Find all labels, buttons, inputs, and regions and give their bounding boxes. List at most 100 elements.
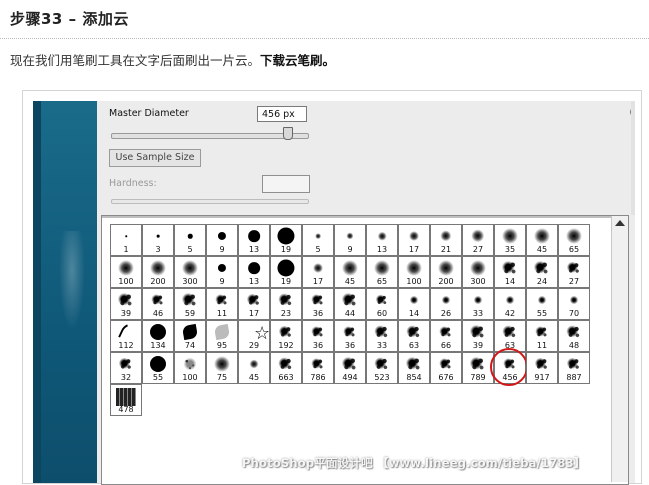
brush-size-label: 5 <box>187 245 193 254</box>
brush-preset-14[interactable]: 14 <box>494 256 526 288</box>
brush-preset-39[interactable]: 39 <box>110 288 142 320</box>
brush-preset-5[interactable]: 5 <box>302 224 334 256</box>
scroll-up-arrow-icon[interactable] <box>615 220 625 226</box>
brush-preset-24[interactable]: 24 <box>526 256 558 288</box>
brush-tip-icon <box>310 325 326 339</box>
brush-preset-300[interactable]: 300 <box>174 256 206 288</box>
brush-preset-887[interactable]: 887 <box>558 352 590 384</box>
brush-preset-523[interactable]: 523 <box>366 352 398 384</box>
brush-preset-32[interactable]: 32 <box>110 352 142 384</box>
brush-preset-134[interactable]: 134 <box>142 320 174 352</box>
brush-preset-33[interactable]: 33 <box>366 320 398 352</box>
brush-preset-9[interactable]: 9 <box>334 224 366 256</box>
brush-tip-icon <box>438 325 454 339</box>
brush-preset-9[interactable]: 9 <box>206 256 238 288</box>
brush-preset-39[interactable]: 39 <box>462 320 494 352</box>
brush-preset-45[interactable]: 45 <box>238 352 270 384</box>
brush-preset-19[interactable]: 19 <box>270 256 302 288</box>
brush-size-label: 663 <box>278 373 294 382</box>
brush-size-label: 19 <box>280 277 292 286</box>
brush-preset-70[interactable]: 70 <box>558 288 590 320</box>
brush-preset-60[interactable]: 60 <box>366 288 398 320</box>
brush-preset-786[interactable]: 786 <box>302 352 334 384</box>
brush-size-label: 60 <box>376 309 388 318</box>
preset-scrollbar[interactable] <box>611 216 628 482</box>
brush-preset-55[interactable]: 55 <box>142 352 174 384</box>
brush-preset-854[interactable]: 854 <box>398 352 430 384</box>
master-diameter-slider[interactable] <box>111 133 309 139</box>
download-brush-link[interactable]: 下载云笔刷。 <box>260 53 335 68</box>
brush-preset-23[interactable]: 23 <box>270 288 302 320</box>
brush-preset-45[interactable]: 45 <box>334 256 366 288</box>
brush-preset-21[interactable]: 21 <box>430 224 462 256</box>
brush-preset-35[interactable]: 35 <box>494 224 526 256</box>
master-diameter-field[interactable]: 456 px <box>257 106 307 122</box>
hardness-slider[interactable] <box>111 199 309 204</box>
brush-preset-55[interactable]: 55 <box>526 288 558 320</box>
brush-preset-200[interactable]: 200 <box>430 256 462 288</box>
brush-preset-63[interactable]: 63 <box>398 320 430 352</box>
brush-size-label: 63 <box>504 341 516 350</box>
brush-preset-36[interactable]: 36 <box>334 320 366 352</box>
brush-preset-74[interactable]: 74 <box>174 320 206 352</box>
brush-tip-icon <box>342 260 358 276</box>
brush-preset-17[interactable]: 17 <box>398 224 430 256</box>
brush-preset-13[interactable]: 13 <box>238 224 270 256</box>
brush-preset-9[interactable]: 9 <box>206 224 238 256</box>
brush-preset-13[interactable]: 13 <box>366 224 398 256</box>
brush-preset-789[interactable]: 789 <box>462 352 494 384</box>
brush-preset-36[interactable]: 36 <box>302 288 334 320</box>
brush-preset-48[interactable]: 48 <box>558 320 590 352</box>
brush-preset-42[interactable]: 42 <box>494 288 526 320</box>
brush-preset-100[interactable]: 100 <box>174 352 206 384</box>
brush-preset-192[interactable]: 192 <box>270 320 302 352</box>
brush-preset-26[interactable]: 26 <box>430 288 462 320</box>
hardness-field[interactable] <box>262 175 310 193</box>
brush-tip-icon <box>217 231 227 241</box>
brush-size-label: 11 <box>216 309 228 318</box>
brush-preset-456[interactable]: 456 <box>494 352 526 384</box>
brush-preset-200[interactable]: 200 <box>142 256 174 288</box>
brush-preset-66[interactable]: 66 <box>430 320 462 352</box>
brush-preset-33[interactable]: 33 <box>462 288 494 320</box>
brush-preset-676[interactable]: 676 <box>430 352 462 384</box>
brush-preset-59[interactable]: 59 <box>174 288 206 320</box>
brush-preset-27[interactable]: 27 <box>558 256 590 288</box>
brush-preset-65[interactable]: 65 <box>558 224 590 256</box>
brush-preset-11[interactable]: 11 <box>206 288 238 320</box>
brush-size-label: 23 <box>280 309 292 318</box>
brush-preset-95[interactable]: 95 <box>206 320 238 352</box>
brush-tip-icon <box>469 324 487 340</box>
brush-preset-112[interactable]: 112 <box>110 320 142 352</box>
brush-preset-300[interactable]: 300 <box>462 256 494 288</box>
slider-thumb[interactable] <box>283 127 294 140</box>
brush-preset-917[interactable]: 917 <box>526 352 558 384</box>
use-sample-size-button[interactable]: Use Sample Size <box>109 149 201 167</box>
brush-preset-478[interactable]: 478 <box>110 384 142 416</box>
brush-preset-36[interactable]: 36 <box>302 320 334 352</box>
brush-preset-75[interactable]: 75 <box>206 352 238 384</box>
brush-preset-663[interactable]: 663 <box>270 352 302 384</box>
brush-preset-45[interactable]: 45 <box>526 224 558 256</box>
brush-preset-27[interactable]: 27 <box>462 224 494 256</box>
brush-preset-494[interactable]: 494 <box>334 352 366 384</box>
brush-preset-19[interactable]: 19 <box>270 224 302 256</box>
brush-preset-63[interactable]: 63 <box>494 320 526 352</box>
brush-preset-5[interactable]: 5 <box>174 224 206 256</box>
brush-preset-11[interactable]: 11 <box>526 320 558 352</box>
brush-preset-17[interactable]: 17 <box>238 288 270 320</box>
screenshot-frame: Master Diameter 456 px Use Sample Size H… <box>22 90 642 485</box>
brush-preset-46[interactable]: 46 <box>142 288 174 320</box>
brush-preset-100[interactable]: 100 <box>110 256 142 288</box>
brush-preset-100[interactable]: 100 <box>398 256 430 288</box>
brush-preset-17[interactable]: 17 <box>302 256 334 288</box>
brush-preset-14[interactable]: 14 <box>398 288 430 320</box>
brush-preset-44[interactable]: 44 <box>334 288 366 320</box>
brush-preset-3[interactable]: 3 <box>142 224 174 256</box>
brush-preset-65[interactable]: 65 <box>366 256 398 288</box>
brush-preset-29[interactable]: ☆ 29 <box>238 320 270 352</box>
brush-preset-1[interactable]: 1 <box>110 224 142 256</box>
brush-size-label: 21 <box>440 245 452 254</box>
brush-preset-13[interactable]: 13 <box>238 256 270 288</box>
brush-tip-icon <box>117 292 135 308</box>
